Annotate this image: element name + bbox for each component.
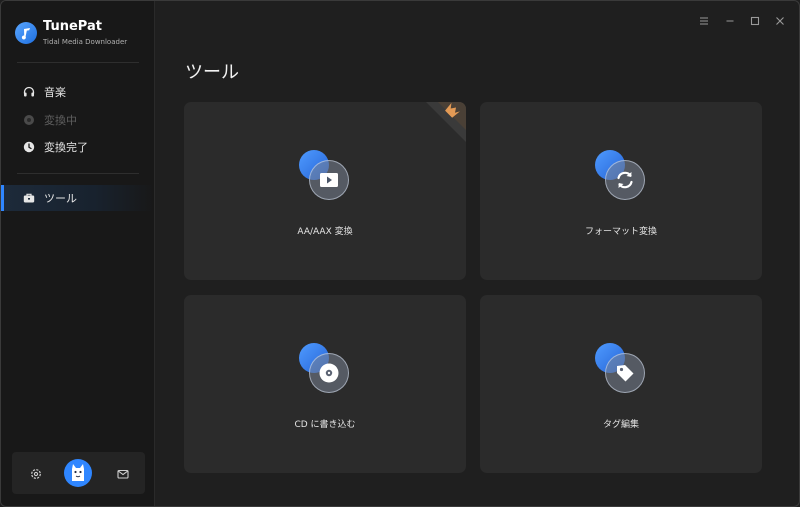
clock-icon — [23, 141, 35, 153]
sidebar-item-music[interactable]: 音楽 — [1, 79, 154, 105]
brand: TunePat Tidal Media Downloader — [15, 17, 145, 49]
menu-icon[interactable] — [697, 13, 711, 27]
app-subtitle: Tidal Media Downloader — [43, 38, 128, 46]
tool-icon — [299, 343, 351, 395]
sidebar: TunePat Tidal Media Downloader 音楽 変換中 変換… — [1, 1, 155, 506]
tool-icon — [595, 150, 647, 202]
page-title: ツール — [185, 62, 239, 83]
convert-arrows-icon — [605, 160, 645, 200]
app-name: TunePat — [43, 19, 102, 34]
tool-card-burn-cd[interactable]: CD に書き込む — [184, 295, 466, 473]
headphones-icon — [23, 86, 35, 98]
mail-icon[interactable] — [116, 466, 130, 480]
toolbox-icon — [23, 192, 35, 204]
gear-icon[interactable] — [29, 466, 43, 480]
minimize-icon[interactable] — [723, 13, 737, 27]
sidebar-item-label: 音楽 — [44, 86, 66, 99]
sidebar-item-label: ツール — [44, 192, 77, 205]
tool-card-aa-aax[interactable]: AA/AAX 変換 — [184, 102, 466, 280]
tool-icon — [299, 150, 351, 202]
converting-icon — [23, 114, 35, 126]
tool-label: AA/AAX 変換 — [297, 227, 353, 237]
sidebar-item-label: 変換完了 — [44, 141, 88, 154]
sidebar-item-tools[interactable]: ツール — [1, 185, 154, 211]
close-icon[interactable] — [773, 13, 787, 27]
tag-icon — [605, 353, 645, 393]
tool-card-tag-edit[interactable]: タグ編集 — [480, 295, 762, 473]
video-play-icon — [309, 160, 349, 200]
sidebar-item-converted[interactable]: 変換完了 — [1, 134, 154, 160]
sidebar-item-converting[interactable]: 変換中 — [1, 107, 154, 133]
maximize-icon[interactable] — [748, 13, 762, 27]
disc-icon — [309, 353, 349, 393]
tool-card-format-convert[interactable]: フォーマット変換 — [480, 102, 762, 280]
tunepat-logo-icon — [15, 22, 37, 44]
app-window: TunePat Tidal Media Downloader 音楽 変換中 変換… — [0, 0, 800, 507]
sidebar-divider — [17, 173, 139, 174]
tool-label: フォーマット変換 — [584, 227, 657, 237]
tool-icon — [595, 343, 647, 395]
tool-label: タグ編集 — [602, 420, 639, 430]
sidebar-bottom-bar — [12, 452, 145, 494]
avatar-icon[interactable] — [64, 459, 92, 487]
tool-label: CD に書き込む — [294, 420, 356, 430]
sidebar-item-label: 変換中 — [44, 114, 77, 127]
sidebar-divider — [17, 62, 139, 63]
premium-crown-icon — [426, 102, 466, 142]
